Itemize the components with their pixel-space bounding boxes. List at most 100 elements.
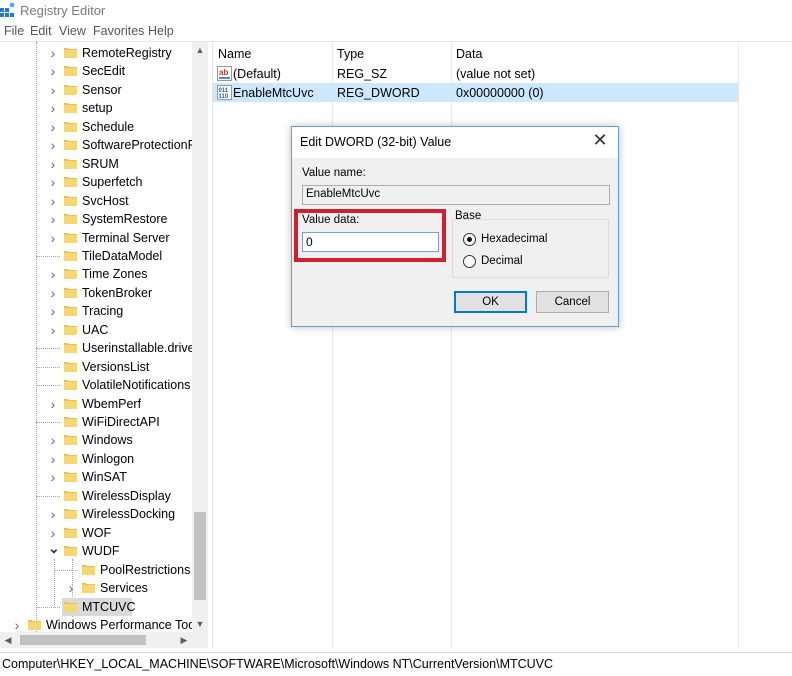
- chevron-right-icon[interactable]: ›: [48, 526, 58, 540]
- tree-item-schedule[interactable]: › Schedule: [0, 118, 192, 136]
- decimal-label[interactable]: Decimal: [481, 255, 523, 267]
- close-icon[interactable]: ✕: [590, 131, 610, 151]
- folder-icon: [82, 583, 95, 594]
- tree-item-setup[interactable]: › setup: [0, 99, 192, 117]
- cancel-button[interactable]: Cancel: [536, 291, 609, 313]
- tree-item-label: Terminal Server: [82, 230, 170, 245]
- folder-icon: [64, 250, 77, 261]
- menu-edit[interactable]: Edit: [30, 24, 52, 38]
- chevron-right-icon[interactable]: ›: [12, 618, 22, 632]
- chevron-right-icon[interactable]: ›: [48, 120, 58, 134]
- menu-favorites[interactable]: Favorites: [93, 24, 144, 38]
- tree-item-terminal-server[interactable]: › Terminal Server: [0, 229, 192, 247]
- chevron-right-icon[interactable]: ›: [48, 46, 58, 60]
- chevron-right-icon[interactable]: ›: [48, 397, 58, 411]
- tree-item-time-zones[interactable]: › Time Zones: [0, 265, 192, 283]
- scroll-right-icon[interactable]: ▶: [176, 632, 192, 648]
- column-header-data[interactable]: Data: [451, 42, 739, 64]
- scroll-thumb[interactable]: [194, 512, 206, 600]
- value-data-label: Value data:: [302, 214, 360, 226]
- chevron-right-icon[interactable]: ›: [48, 231, 58, 245]
- tree-item-superfetch[interactable]: › Superfetch: [0, 173, 192, 191]
- scroll-down-icon[interactable]: ▼: [192, 616, 208, 632]
- hexadecimal-label[interactable]: Hexadecimal: [481, 233, 547, 245]
- tree-horizontal-scrollbar[interactable]: ◀ ▶: [0, 632, 192, 648]
- menu-help[interactable]: Help: [148, 24, 174, 38]
- tree-item-remoteregistry[interactable]: › RemoteRegistry: [0, 44, 192, 62]
- tree-item-wirelessdisplay[interactable]: WirelessDisplay: [0, 487, 192, 505]
- tree-item-wudf[interactable]: ⌄ WUDF: [0, 541, 192, 560]
- column-header-type[interactable]: Type: [332, 42, 451, 64]
- chevron-right-icon[interactable]: ›: [48, 101, 58, 115]
- tree-item-services[interactable]: › Services: [0, 579, 192, 597]
- registry-path: Computer\HKEY_LOCAL_MACHINE\SOFTWARE\Mic…: [2, 657, 554, 671]
- tree-guide-line: [36, 366, 60, 368]
- tree-item-wof[interactable]: › WOF: [0, 524, 192, 542]
- tree-item-sensor[interactable]: › Sensor: [0, 81, 192, 99]
- folder-icon: [64, 269, 77, 280]
- key-tree-pane[interactable]: › RemoteRegistry › SecEdit › Sensor › setup › Sch…: [0, 42, 208, 648]
- tree-item-svchost[interactable]: › SvcHost: [0, 192, 192, 210]
- tree-item-tracing[interactable]: › Tracing: [0, 302, 192, 320]
- scroll-up-icon[interactable]: ▲: [192, 42, 208, 58]
- decimal-radio[interactable]: [463, 255, 476, 268]
- scroll-left-icon[interactable]: ◀: [0, 632, 16, 648]
- tree-item-systemrestore[interactable]: › SystemRestore: [0, 210, 192, 228]
- hexadecimal-radio[interactable]: [463, 233, 476, 246]
- value-name-field: EnableMtcUvc: [302, 185, 610, 205]
- list-row-default[interactable]: ab (Default) REG_SZ (value not set): [213, 64, 738, 83]
- tree-item-mtcuvc[interactable]: MTCUVC: [0, 597, 192, 616]
- tree-item-label: Tracing: [82, 304, 124, 319]
- tree-item-label: setup: [82, 101, 113, 116]
- chevron-right-icon[interactable]: ›: [48, 470, 58, 484]
- chevron-right-icon[interactable]: ›: [48, 175, 58, 189]
- chevron-right-icon[interactable]: ›: [48, 433, 58, 447]
- column-header-name[interactable]: Name: [213, 42, 331, 64]
- tree-item-wirelessdocking[interactable]: › WirelessDocking: [0, 505, 192, 523]
- chevron-right-icon[interactable]: ›: [48, 194, 58, 208]
- chevron-right-icon[interactable]: ›: [48, 452, 58, 466]
- tree-item-winlogon[interactable]: › Winlogon: [0, 450, 192, 468]
- tree-item-wifidirectapi[interactable]: WiFiDirectAPI: [0, 413, 192, 431]
- tree-item-secedit[interactable]: › SecEdit: [0, 62, 192, 80]
- ok-button[interactable]: OK: [454, 291, 527, 313]
- tree-item-volatilenotifications[interactable]: VolatileNotifications: [0, 376, 192, 394]
- tree-item-userinstallable-driver[interactable]: Userinstallable.driver: [0, 339, 199, 357]
- chevron-right-icon[interactable]: ›: [48, 323, 58, 337]
- chevron-right-icon[interactable]: ›: [48, 267, 58, 281]
- chevron-right-icon[interactable]: ›: [48, 212, 58, 226]
- window-title: Registry Editor: [20, 3, 106, 18]
- tree-item-winsat[interactable]: › WinSAT: [0, 468, 192, 486]
- chevron-right-icon[interactable]: ›: [48, 83, 58, 97]
- tree-item-tokenbroker[interactable]: › TokenBroker: [0, 284, 192, 302]
- tree-guide-line: [36, 385, 60, 387]
- tree-item-label: WiFiDirectAPI: [82, 415, 160, 429]
- svg-text:110: 110: [219, 94, 229, 100]
- tree-item-softwareprotectionpl[interactable]: › SoftwareProtectionPl: [0, 136, 199, 154]
- tree-vertical-scrollbar[interactable]: ▲ ▼: [192, 42, 208, 632]
- tree-item-wbemperf[interactable]: › WbemPerf: [0, 395, 192, 413]
- tree-item-label: SRUM: [82, 156, 119, 171]
- folder-icon: [64, 140, 77, 151]
- chevron-right-icon[interactable]: ›: [66, 581, 76, 595]
- tree-item-versionslist[interactable]: VersionsList: [0, 358, 192, 376]
- chevron-down-icon[interactable]: ⌄: [48, 541, 60, 558]
- list-row-enablemtcuvc[interactable]: 011 110 EnableMtcUvc REG_DWORD 0x0000000…: [213, 83, 738, 102]
- chevron-right-icon[interactable]: ›: [48, 138, 58, 152]
- tree-item-uac[interactable]: › UAC: [0, 321, 192, 339]
- chevron-right-icon[interactable]: ›: [48, 304, 58, 318]
- menu-file[interactable]: File: [4, 24, 24, 38]
- tree-item-windows[interactable]: › Windows: [0, 431, 192, 449]
- chevron-right-icon[interactable]: ›: [48, 157, 58, 171]
- scroll-thumb[interactable]: [20, 635, 146, 645]
- folder-icon: [64, 158, 77, 169]
- tree-item-tiledatamodel[interactable]: TileDataModel: [0, 247, 192, 265]
- menu-view[interactable]: View: [59, 24, 86, 38]
- chevron-right-icon[interactable]: ›: [48, 507, 58, 521]
- chevron-right-icon[interactable]: ›: [48, 64, 58, 78]
- tree-item-label: UAC: [82, 322, 109, 337]
- value-data-input[interactable]: 0: [302, 232, 439, 252]
- tree-item-poolrestrictions[interactable]: PoolRestrictions: [0, 561, 192, 579]
- tree-item-srum[interactable]: › SRUM: [0, 155, 192, 173]
- chevron-right-icon[interactable]: ›: [48, 286, 58, 300]
